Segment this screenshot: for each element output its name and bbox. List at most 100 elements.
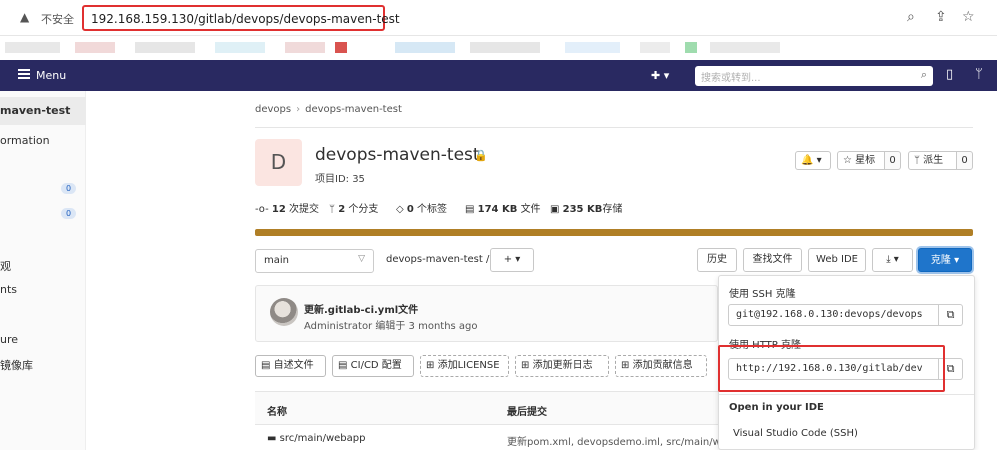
folder-name[interactable]: ▬ src/main/webapp (267, 433, 365, 444)
menu-label[interactable]: Menu (36, 69, 66, 82)
copy-icon: ⧉ (946, 362, 955, 375)
add-changelog-button[interactable]: ⊞ 添加更新日志 (515, 355, 609, 377)
cicd-config-button[interactable]: ▤ CI/CD 配置 (332, 355, 414, 377)
copy-ssh-button[interactable]: ⧉ (939, 304, 963, 326)
bookmark-blur (285, 42, 325, 53)
commit-title[interactable]: 更新.gitlab-ci.yml文件 (304, 301, 418, 316)
star-button[interactable]: ☆ 星标 (837, 151, 885, 170)
web-ide-button[interactable]: Web IDE (808, 248, 866, 272)
fork-count[interactable]: 0 (956, 151, 973, 170)
notification-button[interactable]: 🔔 ▾ (795, 151, 831, 170)
language-bar[interactable] (255, 229, 973, 236)
storage-stat[interactable]: ▣ 235 KB存储 (550, 200, 622, 215)
bookmarks-bar (0, 36, 997, 60)
bookmark-blur (470, 42, 540, 53)
sidebar-badge: 0 (61, 183, 76, 194)
file-table-header: 名称 最后提交 (255, 391, 718, 425)
bookmark-blur (335, 42, 347, 53)
sidebar-item-project[interactable]: maven-test (0, 104, 70, 117)
sidebar-item-infrastructure[interactable]: ure (0, 333, 18, 346)
project-avatar: D (255, 139, 302, 186)
issues-icon[interactable]: ▯ (946, 67, 953, 82)
add-menu-button[interactable]: + ▾ (490, 248, 534, 272)
sidebar-badge: 0 (61, 208, 76, 219)
annotation-highlight (718, 345, 945, 392)
search-input[interactable]: 搜索或转到... ⌕ (695, 66, 933, 86)
add-license-button[interactable]: ⊞ 添加LICENSE (420, 355, 509, 377)
breadcrumb-separator-icon: › (296, 104, 301, 115)
warning-icon[interactable]: ▲ (20, 10, 29, 24)
search-icon[interactable]: ⌕ (921, 68, 927, 82)
create-new-button[interactable]: ✚ ▾ (651, 69, 669, 82)
plus-square-icon: ⊞ (621, 360, 630, 371)
plus-square-icon: ⊞ (426, 360, 435, 371)
commit-icon: -o- (255, 204, 269, 215)
insecure-label[interactable]: 不安全 (41, 11, 74, 27)
readme-button[interactable]: ▤ 自述文件 (255, 355, 326, 377)
star-icon[interactable]: ☆ (962, 9, 975, 25)
chevron-down-icon: ▽ (358, 254, 365, 264)
breadcrumb: devops › devops-maven-test (255, 104, 402, 115)
row-last-commit[interactable]: 更新pom.xml, devopsdemo.iml, src/main/we..… (507, 433, 736, 448)
download-button[interactable]: ⤓ ▾ (872, 248, 913, 272)
branches-stat[interactable]: ᛘ 2 个分支 (329, 200, 378, 215)
tags-stat[interactable]: ◇ 0 个标签 (396, 200, 447, 215)
breadcrumb-project[interactable]: devops-maven-test (305, 104, 402, 115)
commits-stat[interactable]: -o- 12 次提交 (255, 200, 319, 215)
bookmark-blur (135, 42, 195, 53)
bookmark-blur (565, 42, 620, 53)
copy-icon: ⧉ (946, 308, 955, 321)
lock-icon: 🔒 (474, 149, 488, 162)
folder-icon: ▬ (267, 433, 277, 444)
commit-author[interactable]: Administrator (304, 321, 372, 332)
bookmark-blur (5, 42, 60, 53)
zoom-icon[interactable]: ⌕ (907, 9, 915, 25)
file-icon: ▤ (338, 360, 348, 371)
project-id: 项目ID: 35 (315, 174, 365, 185)
browser-toolbar: ▲ 不安全 192.168.159.130/gitlab/devops/devo… (0, 0, 997, 36)
address-bar[interactable]: 192.168.159.130/gitlab/devops/devops-mav… (82, 5, 400, 31)
file-icon: ▤ (261, 360, 271, 371)
vscode-ssh-option[interactable]: Visual Studio Code (SSH) (733, 428, 858, 439)
star-count[interactable]: 0 (884, 151, 901, 170)
search-placeholder: 搜索或转到... (701, 73, 761, 84)
bookmark-blur (640, 42, 670, 53)
sidebar-item-monitor[interactable]: 观 (0, 258, 11, 274)
commit-time: 3 months ago (408, 321, 478, 332)
project-sidebar: maven-test ormation 0 0 观 nts ure 镜像库 (0, 91, 86, 450)
breadcrumb-group[interactable]: devops (255, 104, 291, 115)
branch-icon: ᛘ (329, 204, 335, 215)
top-navbar: Menu ✚ ▾ 搜索或转到... ⌕ ▯ ᛘ (0, 60, 997, 91)
storage-icon: ▣ (550, 204, 560, 215)
branch-name: main (264, 255, 289, 266)
add-contributing-button[interactable]: ⊞ 添加贡献信息 (615, 355, 707, 377)
avatar[interactable] (270, 298, 298, 326)
find-file-button[interactable]: 查找文件 (743, 248, 802, 272)
share-icon[interactable]: ⇪ (935, 9, 947, 25)
clone-button[interactable]: 克隆 ▾ (918, 248, 972, 272)
fork-button[interactable]: ᛘ 派生 (908, 151, 957, 170)
bookmark-blur (75, 42, 115, 53)
ssh-url-field[interactable]: git@192.168.0.130:devops/devops (728, 304, 939, 326)
page-title: devops-maven-test (315, 145, 480, 165)
history-button[interactable]: 历史 (697, 248, 737, 272)
commit-meta: Administrator 编辑于 3 months ago (304, 321, 478, 332)
files-stat[interactable]: ▤ 174 KB 文件 (465, 200, 541, 215)
divider (719, 394, 974, 395)
url-text[interactable]: 192.168.159.130/gitlab/devops/devops-mav… (91, 12, 400, 26)
ssh-clone-label: 使用 SSH 克隆 (729, 289, 796, 300)
tag-icon: ◇ (396, 204, 404, 215)
column-last-commit: 最后提交 (507, 407, 547, 418)
repo-path[interactable]: devops-maven-test / (386, 254, 489, 265)
merge-request-icon[interactable]: ᛘ (975, 67, 983, 82)
hamburger-icon[interactable] (18, 69, 30, 79)
sidebar-item-information[interactable]: ormation (0, 134, 50, 147)
bookmark-blur (395, 42, 455, 53)
table-row[interactable]: ▬ src/main/webapp 更新pom.xml, devopsdemo.… (255, 425, 736, 450)
sidebar-item-container-registry[interactable]: 镜像库 (0, 357, 33, 373)
sidebar-item-deployments[interactable]: nts (0, 283, 17, 296)
column-name: 名称 (267, 407, 287, 418)
branch-selector[interactable]: main ▽ (255, 249, 374, 273)
divider (255, 127, 973, 128)
file-icon: ▤ (465, 204, 475, 215)
